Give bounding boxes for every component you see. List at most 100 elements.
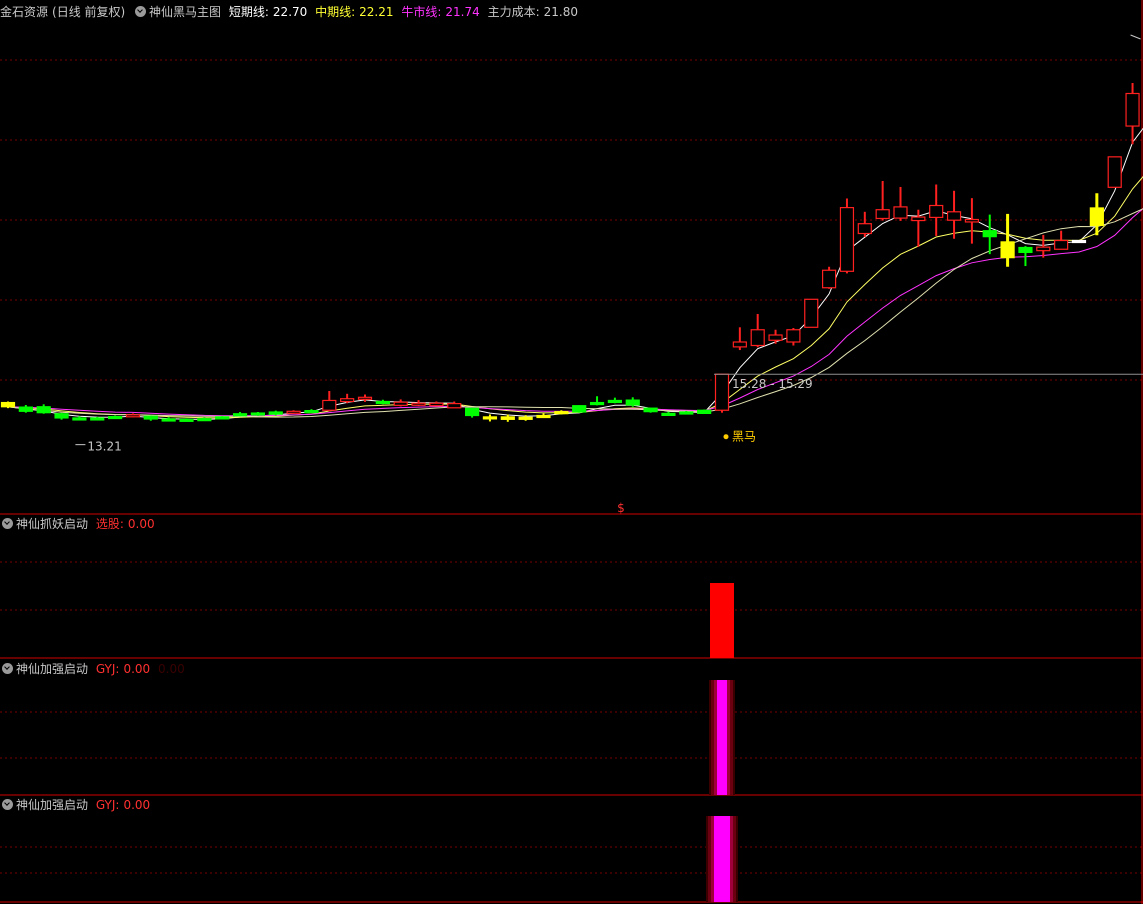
candle-body [393, 401, 408, 406]
candle-body [375, 400, 390, 405]
candle-body [857, 223, 872, 235]
panel-1-header: 神仙抓妖启动 选股: 0.00 [0, 515, 159, 533]
candle-body [982, 230, 997, 238]
stock-name[interactable]: 金石资源 [0, 5, 48, 19]
candle-body [357, 396, 373, 400]
candle-body [893, 206, 908, 219]
candle-body [232, 413, 248, 417]
mid-line-label: 中期线: [315, 5, 356, 19]
main-header: 金石资源 (日线 前复权) 神仙黑马主图 短期线: 22.70 中期线: 22.21 … [0, 3, 582, 21]
candle-body [411, 402, 426, 406]
panel-1-value: 0.00 [127, 517, 155, 531]
candle-body [72, 417, 87, 421]
indicator-name[interactable]: 神仙黑马主图 [149, 5, 221, 19]
panel-2-header: 神仙加强启动 GYJ: 0.00 0.00 [0, 660, 189, 678]
candle-body [929, 204, 944, 218]
high-arrow [1130, 34, 1141, 40]
candle-body [268, 411, 283, 415]
candle-body [286, 410, 301, 414]
range-label: 15.28 - 15.29 [732, 377, 813, 391]
candle-body [250, 412, 265, 416]
candle-body [1125, 92, 1140, 127]
candle-body [429, 402, 444, 407]
short-line-value: 22.70 [272, 5, 308, 19]
candle-body [54, 413, 69, 419]
candle-body [143, 415, 158, 420]
candle-body [465, 407, 480, 417]
candle-body [679, 411, 694, 415]
candle-body [197, 418, 212, 422]
chevron-down-icon[interactable] [2, 799, 13, 810]
candle-body [750, 329, 765, 347]
candle-body [536, 414, 551, 419]
chevron-down-icon[interactable] [2, 663, 13, 674]
candle-body [107, 415, 123, 420]
mid-line-value: 22.21 [359, 5, 394, 19]
signal-bar [710, 583, 734, 658]
candle-body [1107, 156, 1122, 188]
bull-line-value: 21.74 [445, 5, 480, 19]
candle-body [179, 418, 194, 422]
candle-body [90, 417, 105, 421]
candle-body [340, 398, 355, 403]
candle-body [447, 403, 462, 409]
candle-body [36, 406, 51, 414]
candle-body [804, 298, 819, 328]
candle-body [821, 269, 837, 289]
candle-body [607, 399, 623, 404]
candle-body [215, 416, 230, 420]
panel-3-label: GYJ: [95, 798, 120, 812]
candle-body [1071, 239, 1087, 244]
panel-3-title[interactable]: 神仙加强启动 [16, 798, 88, 812]
chevron-down-icon[interactable] [135, 6, 147, 17]
candle-body [964, 218, 980, 223]
panel-2-label: GYJ: [95, 662, 120, 676]
candle-body [911, 216, 926, 222]
dollar-marker: $ [617, 501, 625, 515]
low-price-label: 13.21 [87, 440, 121, 454]
signal-dot [723, 434, 729, 440]
candle-body [322, 399, 337, 411]
candle-body [554, 411, 569, 415]
panel-1-title[interactable]: 神仙抓妖启动 [16, 517, 88, 531]
candle-body [732, 341, 747, 348]
candle-body [643, 407, 658, 413]
panel-3-value: 0.00 [123, 798, 151, 812]
candlestick-chart[interactable]: 15.28 - 15.2913.2124.7黑马$ [0, 0, 1143, 904]
panel-1-label: 选股: [95, 517, 124, 531]
candle-body [589, 401, 605, 406]
candle-body [625, 399, 640, 406]
cost-line-label: 主力成本: [487, 5, 540, 19]
candle-body [875, 209, 890, 220]
candle-body [500, 416, 515, 420]
candle-body [768, 334, 783, 341]
candle-body [786, 329, 801, 343]
candle-body [1018, 246, 1033, 254]
candle-body [946, 211, 962, 221]
candle-body [697, 409, 712, 414]
cost-line-value: 21.80 [543, 5, 578, 19]
candle-body [518, 416, 533, 420]
candle-body [714, 373, 730, 411]
short-line-label: 短期线: [228, 5, 269, 19]
chevron-down-icon[interactable] [2, 518, 13, 529]
candle-body [572, 405, 587, 413]
signal-bar [714, 816, 730, 902]
candle-body [661, 412, 676, 416]
panel-2-value-2: 0.00 [158, 662, 185, 676]
panel-2-title[interactable]: 神仙加强启动 [16, 662, 88, 676]
candle-body [1000, 241, 1015, 259]
period-label[interactable]: (日线 前复权) [52, 5, 125, 19]
signal-bar [717, 680, 727, 795]
candle-body [304, 410, 319, 414]
candle-body [482, 416, 498, 420]
candle-body [161, 418, 176, 422]
candle-body [1054, 239, 1069, 250]
candle-body [1036, 246, 1051, 252]
candle-body [125, 414, 141, 418]
mid-term-line [7, 176, 1143, 419]
bull-line-label: 牛市线: [401, 5, 442, 19]
signal-label: 黑马 [732, 430, 756, 444]
candle-body [18, 406, 33, 412]
candle-body [0, 401, 16, 408]
